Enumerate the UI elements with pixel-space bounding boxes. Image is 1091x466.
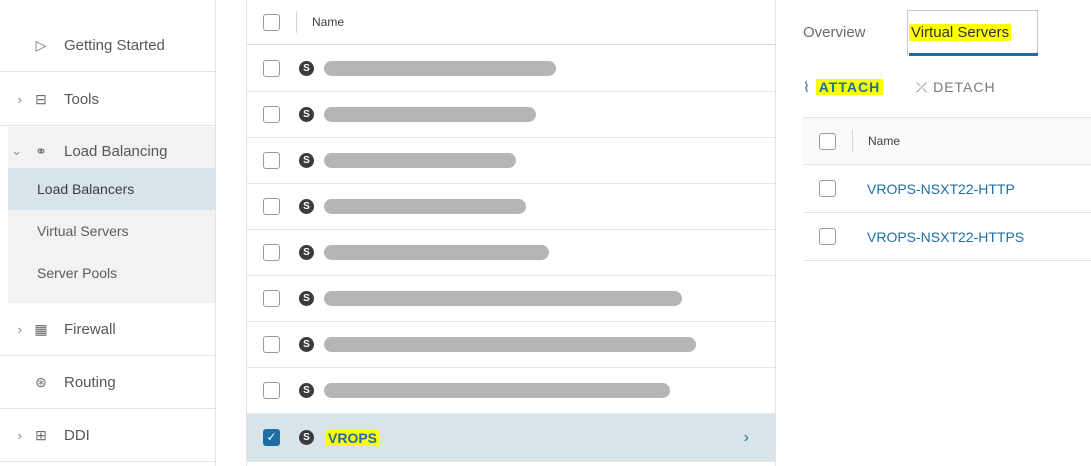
- status-icon: S: [299, 430, 314, 445]
- details-tabs: Overview Virtual Servers: [803, 0, 1091, 58]
- list-item[interactable]: S: [247, 46, 775, 92]
- redacted-name: [324, 199, 526, 214]
- unlink-icon: ⤫: [916, 79, 929, 95]
- row-checkbox[interactable]: [263, 198, 280, 215]
- divider: [215, 0, 216, 466]
- row-checkbox-checked[interactable]: ✓: [263, 429, 280, 446]
- sidebar-item-label: Load Balancers: [37, 181, 135, 197]
- list-item[interactable]: S: [247, 92, 775, 138]
- ddi-icon: ⊞: [35, 427, 47, 443]
- virtual-server-link[interactable]: VROPS-NSXT22-HTTP: [867, 181, 1015, 197]
- load-balancer-name[interactable]: VROPS: [326, 429, 380, 446]
- column-divider: [852, 130, 853, 152]
- sidebar-item-server-pools[interactable]: Server Pools: [8, 252, 215, 294]
- chevron-right-icon[interactable]: ›: [0, 428, 22, 443]
- chevron-right-icon[interactable]: ›: [0, 322, 22, 337]
- sidebar-item-load-balancers[interactable]: Load Balancers: [8, 168, 215, 210]
- sidebar-item-label: Server Pools: [37, 265, 118, 281]
- select-all-checkbox[interactable]: [819, 132, 836, 150]
- list-header: Name: [247, 0, 775, 45]
- status-icon: S: [299, 337, 314, 352]
- table-row[interactable]: VROPS-NSXT22-HTTPS: [803, 213, 1091, 261]
- virtual-servers-table: Name VROPS-NSXT22-HTTP VROPS-NSXT22-HTTP…: [803, 117, 1091, 261]
- redacted-name: [324, 153, 516, 168]
- row-checkbox[interactable]: [263, 60, 280, 77]
- column-header-name[interactable]: Name: [868, 134, 900, 148]
- sidebar-item-routing[interactable]: ⊛ Routing: [0, 357, 215, 409]
- sidebar-item-label: DDI: [64, 427, 90, 444]
- sidebar-item-ddi[interactable]: › ⊞ DDI: [0, 410, 215, 462]
- list-item-selected[interactable]: ✓ S VROPS ›: [247, 414, 775, 462]
- row-checkbox[interactable]: [819, 228, 836, 245]
- redacted-name: [324, 245, 549, 260]
- paperclip-icon: ⌇: [803, 79, 811, 95]
- row-checkbox[interactable]: [263, 336, 280, 353]
- redacted-name: [324, 383, 670, 398]
- redacted-name: [324, 337, 696, 352]
- column-header-name[interactable]: Name: [312, 15, 344, 29]
- chevron-right-icon[interactable]: ›: [0, 92, 22, 107]
- sidebar-nav: ▷ Getting Started › ⊟ Tools ⌄ ⚭ Load Bal…: [0, 0, 215, 466]
- divider: [775, 0, 776, 466]
- attach-label: ATTACH: [815, 79, 884, 95]
- row-checkbox[interactable]: [263, 382, 280, 399]
- tab-virtual-servers[interactable]: Virtual Servers: [909, 24, 1012, 41]
- sidebar-item-tools[interactable]: › ⊟ Tools: [0, 74, 215, 126]
- toolbox-icon: ⊟: [35, 91, 47, 107]
- list-item[interactable]: S: [247, 184, 775, 230]
- status-icon: S: [299, 153, 314, 168]
- list-item[interactable]: S: [247, 276, 775, 322]
- redacted-name: [324, 61, 556, 76]
- list-item[interactable]: S: [247, 322, 775, 368]
- redacted-name: [324, 291, 682, 306]
- list-item[interactable]: S: [247, 368, 775, 414]
- detach-label: DETACH: [933, 79, 996, 95]
- detach-button[interactable]: ⤫ DETACH: [916, 79, 996, 96]
- sidebar-item-virtual-servers[interactable]: Virtual Servers: [8, 210, 215, 252]
- tab-overview[interactable]: Overview: [803, 24, 866, 41]
- active-tab-indicator: [909, 53, 1038, 56]
- row-checkbox[interactable]: [263, 152, 280, 169]
- sidebar-item-firewall[interactable]: › ▦ Firewall: [0, 304, 215, 356]
- firewall-icon: ▦: [34, 321, 48, 337]
- sidebar-item-label: Firewall: [64, 321, 116, 338]
- status-icon: S: [299, 383, 314, 398]
- sidebar-item-label: Getting Started: [64, 37, 165, 54]
- row-checkbox[interactable]: [819, 180, 836, 197]
- status-icon: S: [299, 61, 314, 76]
- column-divider: [296, 11, 297, 33]
- redacted-name: [324, 107, 536, 122]
- details-panel: Overview Virtual Servers ⌇ ATTACH ⤫ DETA…: [803, 0, 1091, 466]
- row-checkbox[interactable]: [263, 106, 280, 123]
- chevron-down-icon[interactable]: ⌄: [0, 143, 22, 159]
- sidebar-item-getting-started[interactable]: ▷ Getting Started: [0, 20, 215, 72]
- sidebar-item-label: Virtual Servers: [37, 223, 129, 239]
- status-icon: S: [299, 107, 314, 122]
- chevron-right-icon[interactable]: ›: [744, 429, 749, 447]
- list-item[interactable]: S: [247, 230, 775, 276]
- sidebar-item-label: Tools: [64, 91, 100, 108]
- status-icon: S: [299, 291, 314, 306]
- list-item[interactable]: S: [247, 138, 775, 184]
- virtual-server-link[interactable]: VROPS-NSXT22-HTTPS: [867, 229, 1024, 245]
- row-checkbox[interactable]: [263, 290, 280, 307]
- select-all-checkbox[interactable]: [263, 13, 280, 31]
- table-row[interactable]: VROPS-NSXT22-HTTP: [803, 165, 1091, 213]
- row-checkbox[interactable]: [263, 244, 280, 261]
- sidebar-item-label: Load Balancing: [64, 142, 168, 160]
- status-icon: S: [299, 245, 314, 260]
- attach-button[interactable]: ⌇ ATTACH: [803, 79, 884, 96]
- play-triangle-icon: ▷: [35, 37, 47, 53]
- status-icon: S: [299, 199, 314, 214]
- load-balancer-icon: ⚭: [35, 142, 47, 159]
- table-header: Name: [803, 117, 1091, 165]
- sidebar-item-label: Routing: [64, 374, 116, 391]
- load-balancer-list: Name S S S S S S S S ✓ S VROPS ›: [247, 0, 775, 466]
- routing-icon: ⊛: [35, 374, 47, 390]
